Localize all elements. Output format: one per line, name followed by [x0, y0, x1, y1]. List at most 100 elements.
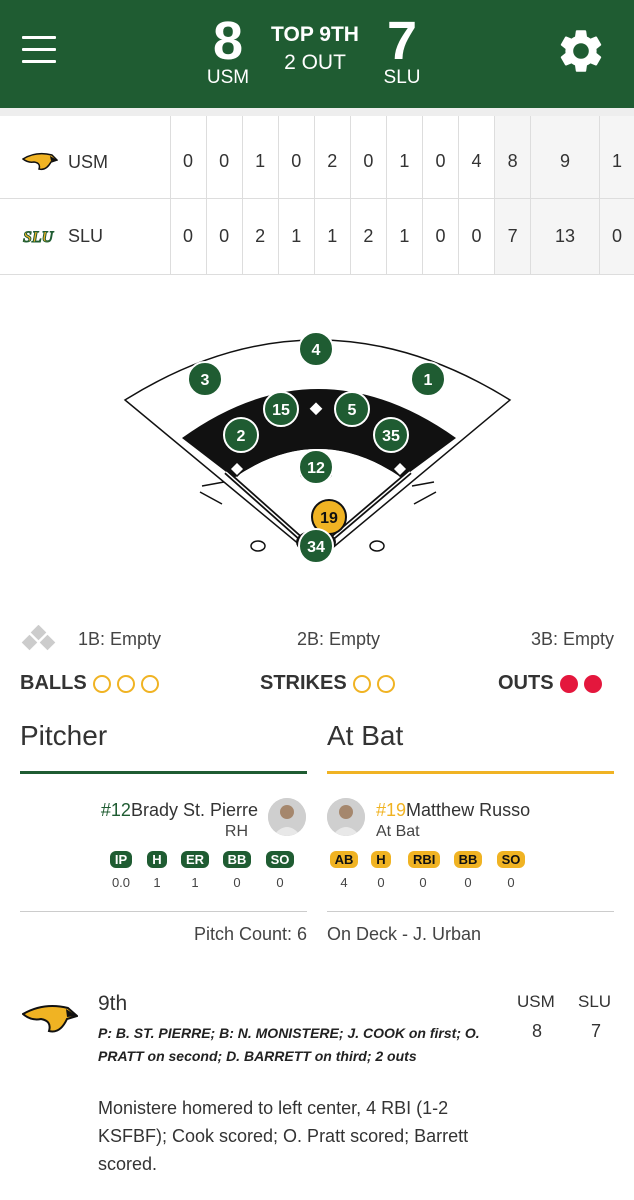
fielder-number: 35	[382, 428, 400, 445]
fielder-number: 4	[312, 342, 321, 359]
inning-cell: 0	[421, 197, 460, 275]
slu-logo-icon: SLU	[23, 229, 56, 247]
person-icon	[268, 798, 306, 836]
outs-label: OUTS	[498, 672, 554, 694]
menu-icon[interactable]	[22, 36, 56, 66]
play-situation: P: B. ST. PIERRE; B: N. MONISTERE; J. CO…	[98, 1025, 480, 1064]
away-abbr: USM	[206, 67, 250, 88]
team-name: USM	[68, 151, 108, 172]
pitcher-underline	[20, 771, 307, 774]
balls-group: BALLS	[20, 672, 159, 695]
away-score: 8	[212, 11, 244, 71]
batter-stat-ab: AB 4	[329, 851, 359, 890]
fielder-number: 12	[307, 460, 325, 477]
fielder-number: 34	[307, 539, 325, 556]
first-base-status: 1B: Empty	[78, 629, 162, 649]
person-icon	[327, 798, 365, 836]
fielder-1b[interactable]: 35	[373, 417, 409, 453]
batter-full-name: Matthew Russo	[406, 800, 531, 820]
linescore-team-away: USM	[0, 108, 171, 199]
svg-text:SLU: SLU	[23, 229, 55, 246]
fielder-number: 15	[272, 402, 290, 419]
fielder-3b[interactable]: 2	[223, 417, 259, 453]
pitch-count: Pitch Count: 6	[193, 924, 307, 944]
outs-label: 2 OUT	[284, 51, 346, 74]
ball-indicator	[116, 674, 135, 693]
batter-stat-so: SO 0	[496, 851, 526, 890]
pitcher-number: #12	[100, 800, 131, 820]
pitcher-stat-h: H1	[142, 851, 172, 890]
runs-cell: 8	[494, 108, 532, 199]
at-bat-underline	[327, 771, 614, 774]
field-diagram: 4 3 1 15 5 2 35 12 19 34	[123, 331, 512, 564]
scoreboard-header: 8 USM TOP 9TH 2 OUT 7 SLU	[0, 0, 634, 108]
inning-cell: 0	[277, 108, 315, 199]
inning-cell: 4	[457, 108, 496, 199]
balls-label: BALLS	[20, 672, 87, 694]
batter-name[interactable]: #19Matthew Russo	[376, 800, 530, 821]
inning-cell: 0	[205, 197, 243, 275]
usm-eagle-logo-icon	[22, 1005, 78, 1033]
home-score: 7	[386, 11, 418, 71]
at-bat-section-title: At Bat	[327, 720, 404, 751]
inning-cell: 1	[313, 197, 351, 275]
play-home-score: 7	[591, 1021, 602, 1041]
home-abbr: SLU	[383, 67, 421, 88]
pitcher-stat-ip: IP 0.0	[106, 851, 136, 890]
second-base-status: 2B: Empty	[297, 629, 381, 649]
usm-eagle-logo-icon	[22, 152, 58, 170]
away-score-block: 8 USM	[198, 14, 258, 88]
strike-indicator	[352, 674, 371, 693]
inning-cell: 0	[457, 197, 496, 275]
pitcher-stat-bb: BB 0	[222, 851, 252, 890]
outs-group: OUTS	[498, 672, 602, 695]
fielder-p[interactable]: 12	[298, 449, 334, 485]
batter-avatar	[327, 798, 365, 836]
linescore-team-home: SLU SLU	[0, 197, 171, 275]
pitcher-name[interactable]: #12Brady St. Pierre	[101, 800, 258, 821]
pitcher-avatar	[268, 798, 306, 836]
inning-cell: 0	[349, 108, 387, 199]
out-indicator	[583, 674, 602, 693]
fielder-2b[interactable]: 5	[334, 391, 370, 427]
batter-stat-rbi: RBI 0	[408, 851, 441, 890]
fielder-c[interactable]: 34	[298, 528, 334, 564]
pitcher-full-name: Brady St. Pierre	[130, 800, 258, 820]
inning-cell: 1	[385, 108, 423, 199]
fielder-cf[interactable]: 4	[298, 331, 334, 367]
fielder-lf[interactable]: 3	[187, 361, 223, 397]
bases-status: 1B: Empty 2B: Empty 3B: Empty	[0, 625, 634, 655]
inning-cell: 2	[313, 108, 351, 199]
strike-indicator	[376, 674, 395, 693]
ball-indicator	[140, 674, 159, 693]
fielder-number: 3	[201, 372, 210, 389]
fielder-rf[interactable]: 1	[410, 361, 446, 397]
inning-cell: 2	[241, 197, 279, 275]
ball-indicator	[92, 674, 111, 693]
bases-diamond-icon	[21, 625, 56, 651]
play-description: Monistere homered to left center, 4 RBI …	[98, 1098, 469, 1174]
play-inning: 9th	[98, 992, 128, 1015]
fielder-ss[interactable]: 15	[263, 391, 299, 427]
gear-icon[interactable]	[555, 25, 607, 77]
fielder-number: 1	[424, 372, 433, 389]
pitcher-section-title: Pitcher	[20, 720, 108, 751]
count-row: BALLS STRIKES OUTS	[0, 672, 634, 702]
linescore-row-home: SLU SLU 0 0 2 1 1 2 1 0 0 7 13 0	[0, 197, 634, 275]
errors-cell: 1	[598, 108, 634, 199]
inning-cell: 1	[277, 197, 315, 275]
inning-cell: 0	[421, 108, 460, 199]
batter-stat-bb: BB 0	[453, 851, 483, 890]
batter-divider	[327, 911, 614, 912]
on-deck: On Deck - J. Urban	[327, 924, 482, 944]
out-indicator	[559, 674, 578, 693]
pitcher-stat-so: SO 0	[265, 851, 295, 890]
pitcher-stat-er: ER 1	[180, 851, 210, 890]
fielder-number: 5	[348, 402, 357, 419]
inning-cell: 1	[385, 197, 423, 275]
strikes-label: STRIKES	[260, 672, 347, 694]
linescore-row-away: USM 0 0 1 0 2 0 1 0 4 8 9 1	[0, 108, 634, 199]
hits-cell: 9	[530, 108, 600, 199]
play-home-header: SLU	[578, 992, 612, 1011]
errors-cell: 0	[598, 197, 634, 275]
